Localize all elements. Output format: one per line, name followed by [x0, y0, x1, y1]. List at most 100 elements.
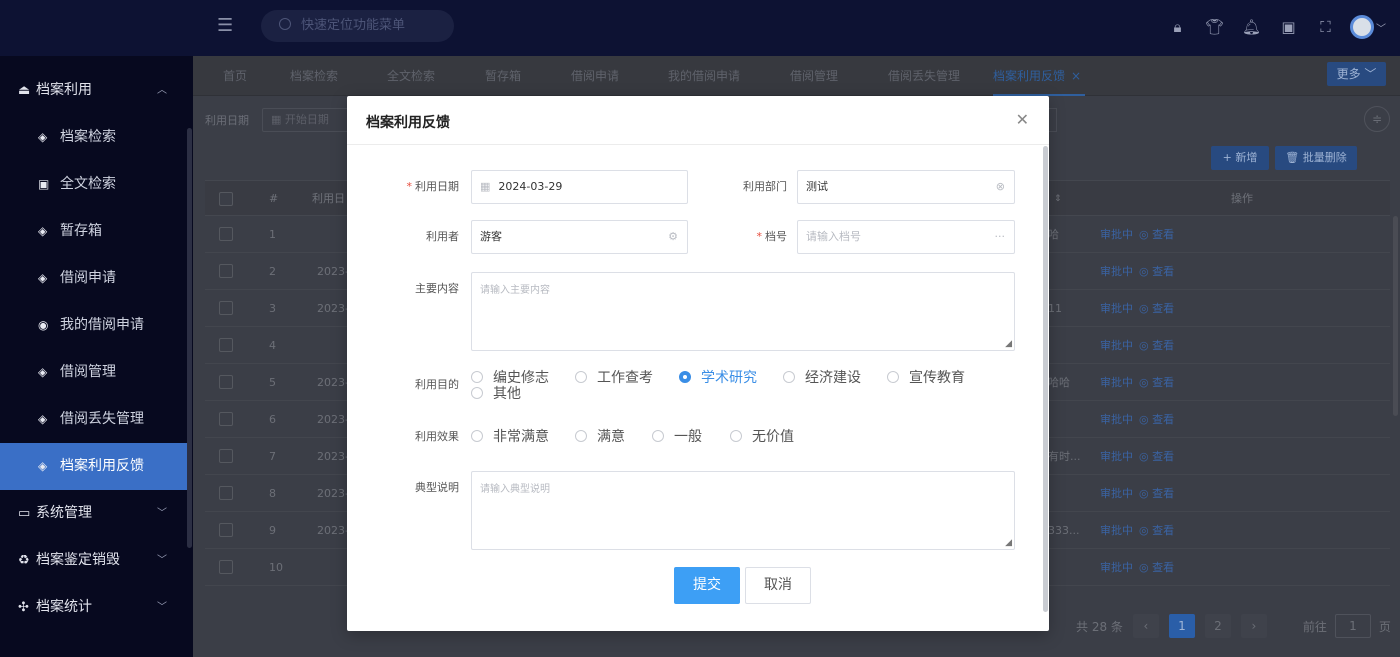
content-textarea[interactable]: 请输入主要内容 ◢: [471, 272, 1015, 351]
tab-fulltext-search[interactable]: 全文检索: [387, 56, 435, 96]
effect-radio-very-satisfied[interactable]: 非常满意: [471, 429, 549, 445]
row-status-link[interactable]: 审批中: [1100, 487, 1133, 500]
resize-handle-icon[interactable]: ◢: [1005, 538, 1012, 548]
tab-staging-box[interactable]: 暂存箱: [485, 56, 521, 96]
eye-icon[interactable]: ◎: [1139, 228, 1149, 241]
tab-home[interactable]: 首页: [223, 56, 247, 96]
sidebar-group-archive-use[interactable]: ⏏ 档案利用 ︿: [0, 67, 193, 114]
row-status-link[interactable]: 审批中: [1100, 228, 1133, 241]
row-view-link[interactable]: 查看: [1152, 450, 1174, 463]
purpose-radio-history[interactable]: 编史修志: [471, 370, 549, 386]
purpose-radio-economy[interactable]: 经济建设: [783, 370, 861, 386]
row-view-link[interactable]: 查看: [1152, 413, 1174, 426]
row-status-link[interactable]: 审批中: [1100, 265, 1133, 278]
dept-input[interactable]: 测试 ⊗: [797, 170, 1015, 204]
sidebar-group-stats[interactable]: ✣ 档案统计 ﹀: [0, 584, 193, 631]
sidebar-group-system[interactable]: ▭ 系统管理 ﹀: [0, 490, 193, 537]
row-view-link[interactable]: 查看: [1152, 487, 1174, 500]
settings-icon[interactable]: ⚙: [668, 221, 678, 253]
batch-delete-button[interactable]: 🗑︎ 批量删除: [1275, 146, 1357, 170]
effect-radio-average[interactable]: 一般: [652, 429, 702, 445]
translate-icon[interactable]: ▣: [1270, 18, 1307, 36]
eye-icon[interactable]: ◎: [1139, 265, 1149, 278]
row-status-link[interactable]: 审批中: [1100, 339, 1133, 352]
row-checkbox[interactable]: [219, 338, 233, 352]
row-status-link[interactable]: 审批中: [1100, 561, 1133, 574]
sidebar-item-my-borrow-request[interactable]: ◉ 我的借阅申请: [0, 302, 193, 349]
effect-radio-satisfied[interactable]: 满意: [575, 429, 625, 445]
archive-no-input[interactable]: 请输入档号 ···: [797, 220, 1015, 254]
table-scrollbar[interactable]: [1393, 216, 1398, 416]
cancel-button[interactable]: 取消: [745, 567, 811, 604]
row-status-link[interactable]: 审批中: [1100, 376, 1133, 389]
eye-icon[interactable]: ◎: [1139, 302, 1149, 315]
submit-button[interactable]: 提交: [674, 567, 740, 604]
row-checkbox[interactable]: [219, 227, 233, 241]
menu-search-input[interactable]: 快速定位功能菜单: [261, 10, 454, 42]
eye-icon[interactable]: ◎: [1139, 524, 1149, 537]
sidebar-scrollbar[interactable]: [187, 128, 192, 548]
prev-page-button[interactable]: ‹: [1132, 614, 1159, 638]
column-settings-icon[interactable]: ≑: [1364, 106, 1390, 132]
select-all-checkbox[interactable]: [219, 192, 233, 206]
close-icon[interactable]: ✕: [1016, 110, 1029, 129]
sidebar-item-archive-search[interactable]: ◈ 档案检索: [0, 114, 193, 161]
use-date-input[interactable]: ▦ 2024-03-29: [471, 170, 688, 204]
purpose-radio-other[interactable]: 其他: [471, 386, 521, 402]
sidebar-item-fulltext-search[interactable]: ▣ 全文检索: [0, 161, 193, 208]
row-status-link[interactable]: 审批中: [1100, 524, 1133, 537]
lock-icon[interactable]: 🔒︎: [1159, 18, 1196, 36]
sidebar-group-appraisal[interactable]: ♻ 档案鉴定销毁 ﹀: [0, 537, 193, 584]
row-checkbox[interactable]: [219, 412, 233, 426]
row-status-link[interactable]: 审批中: [1100, 302, 1133, 315]
page-2-button[interactable]: 2: [1204, 614, 1231, 638]
skin-icon[interactable]: 👕︎: [1196, 18, 1233, 36]
user-input[interactable]: 游客 ⚙: [471, 220, 688, 254]
filter-start-date-input[interactable]: ▦ 开始日期: [262, 108, 352, 132]
sidebar-item-archive-feedback[interactable]: ◈ 档案利用反馈: [0, 443, 187, 490]
row-view-link[interactable]: 查看: [1152, 376, 1174, 389]
sidebar-item-borrow-lost[interactable]: ◈ 借阅丢失管理: [0, 396, 193, 443]
clear-icon[interactable]: ⊗: [996, 171, 1005, 203]
row-checkbox[interactable]: [219, 301, 233, 315]
resize-handle-icon[interactable]: ◢: [1005, 339, 1012, 349]
eye-icon[interactable]: ◎: [1139, 450, 1149, 463]
purpose-radio-research[interactable]: 学术研究: [679, 370, 757, 386]
row-status-link[interactable]: 审批中: [1100, 450, 1133, 463]
eye-icon[interactable]: ◎: [1139, 376, 1149, 389]
next-page-button[interactable]: ›: [1240, 614, 1267, 638]
tab-my-borrow-request[interactable]: 我的借阅申请: [668, 56, 740, 96]
row-checkbox[interactable]: [219, 449, 233, 463]
eye-icon[interactable]: ◎: [1139, 339, 1149, 352]
row-status-link[interactable]: 审批中: [1100, 413, 1133, 426]
tab-borrow-management[interactable]: 借阅管理: [790, 56, 838, 96]
sidebar-item-borrow-management[interactable]: ◈ 借阅管理: [0, 349, 193, 396]
row-checkbox[interactable]: [219, 560, 233, 574]
bell-icon[interactable]: 🔔︎: [1233, 18, 1270, 36]
close-icon[interactable]: ×: [1071, 56, 1081, 96]
purpose-radio-education[interactable]: 宣传教育: [887, 370, 965, 386]
effect-radio-no-value[interactable]: 无价值: [730, 429, 794, 445]
typical-textarea[interactable]: 请输入典型说明 ◢: [471, 471, 1015, 550]
eye-icon[interactable]: ◎: [1139, 561, 1149, 574]
dialog-scrollbar[interactable]: [1043, 146, 1048, 612]
more-tabs-button[interactable]: 更多 ﹀: [1327, 62, 1386, 86]
page-1-button[interactable]: 1: [1168, 614, 1195, 638]
tab-borrow-request[interactable]: 借阅申请: [571, 56, 619, 96]
eye-icon[interactable]: ◎: [1139, 487, 1149, 500]
row-checkbox[interactable]: [219, 264, 233, 278]
chevron-down-icon[interactable]: ﹀: [1374, 20, 1388, 35]
row-checkbox[interactable]: [219, 523, 233, 537]
tab-archive-search[interactable]: 档案检索: [290, 56, 338, 96]
sort-icon[interactable]: ⇕: [1054, 181, 1062, 217]
sidebar-item-borrow-request[interactable]: ◈ 借阅申请: [0, 255, 193, 302]
row-view-link[interactable]: 查看: [1152, 265, 1174, 278]
tab-archive-feedback[interactable]: 档案利用反馈 ×: [993, 56, 1086, 96]
eye-icon[interactable]: ◎: [1139, 413, 1149, 426]
row-view-link[interactable]: 查看: [1152, 228, 1174, 241]
more-icon[interactable]: ···: [995, 221, 1006, 253]
menu-toggle-icon[interactable]: ☰: [217, 16, 237, 36]
row-view-link[interactable]: 查看: [1152, 524, 1174, 537]
row-checkbox[interactable]: [219, 486, 233, 500]
row-view-link[interactable]: 查看: [1152, 561, 1174, 574]
